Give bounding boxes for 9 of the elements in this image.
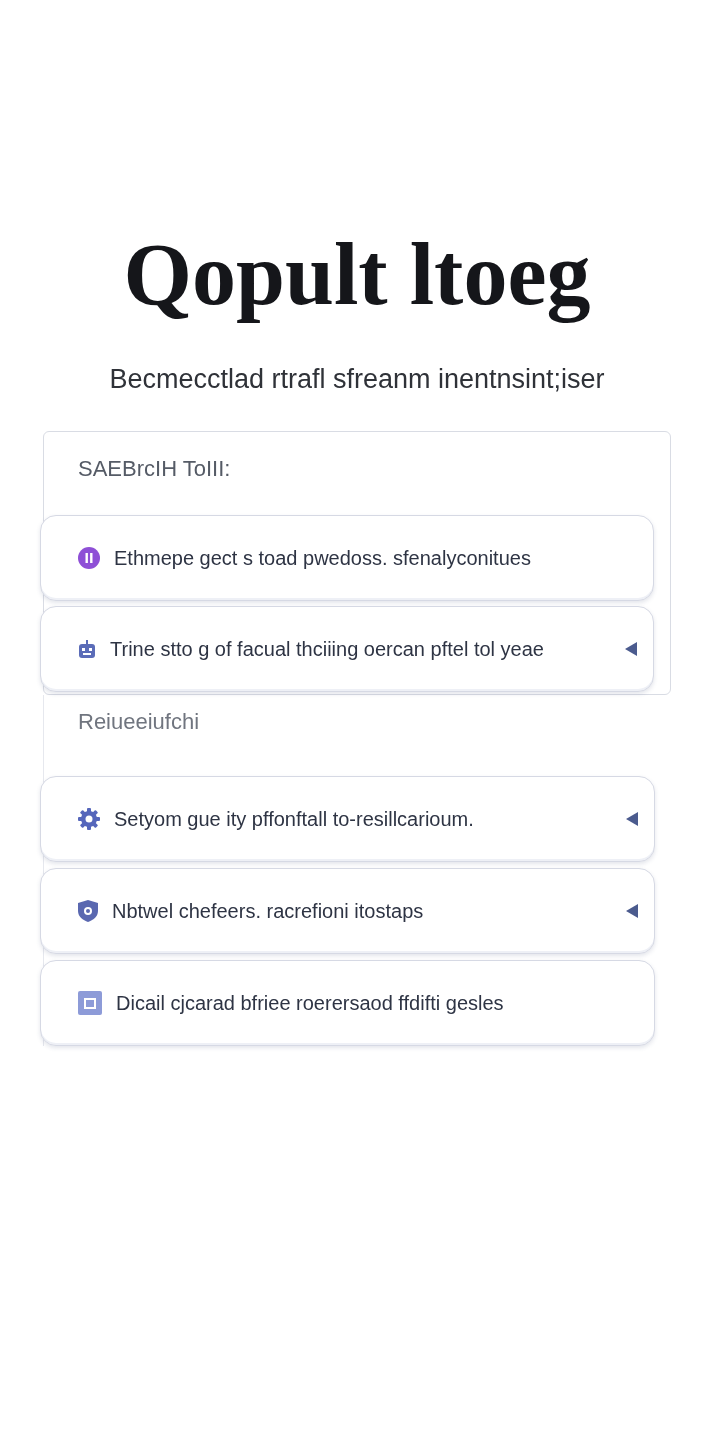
list-item[interactable]: Trine stto g of facual thciiing oercan pftel tol yeae — [40, 606, 654, 692]
list-item[interactable]: Setyom gue ity pffonftall to-resillcarioum. — [40, 776, 655, 862]
page-title: Qopult ltoeg — [122, 226, 592, 323]
list-item[interactable]: Dicail cjcarad bfriee roerersaod ffdifti gesles — [40, 960, 655, 1046]
list-item[interactable]: Nbtwel chefeers. racrefioni itostaps — [40, 868, 655, 954]
section-heading: Reiueeiufchi — [78, 708, 201, 736]
section-heading: SAEBrcIH ToIII: — [78, 455, 232, 483]
subtitle-text: Becmecctlad rtrafl sfreanm inentnsint;iser — [108, 363, 606, 395]
list-item[interactable]: Ethmepe gect s toad pwedoss. sfenalyconitues — [40, 515, 654, 601]
